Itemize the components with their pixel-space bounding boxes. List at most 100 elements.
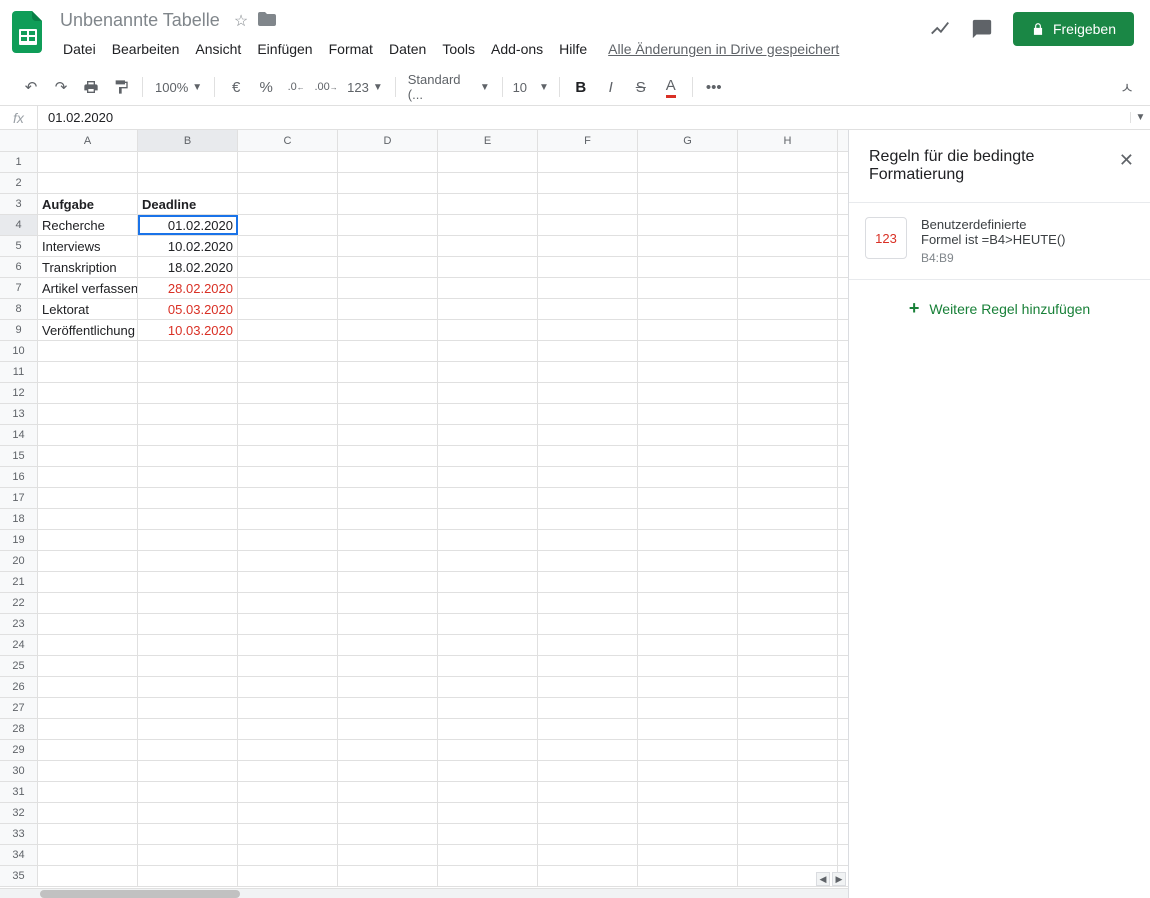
cell-E21[interactable]	[438, 572, 538, 592]
cell-C29[interactable]	[238, 740, 338, 760]
cell-H32[interactable]	[738, 803, 838, 823]
row-header[interactable]: 34	[0, 845, 38, 865]
cell-F10[interactable]	[538, 341, 638, 361]
cell-G7[interactable]	[638, 278, 738, 298]
cell-D24[interactable]	[338, 635, 438, 655]
cell-D32[interactable]	[338, 803, 438, 823]
cell-H4[interactable]	[738, 215, 838, 235]
cell-C34[interactable]	[238, 845, 338, 865]
redo-button[interactable]: ↷	[48, 74, 74, 100]
cell-A3[interactable]: Aufgabe	[38, 194, 138, 214]
cell-G1[interactable]	[638, 152, 738, 172]
row-header[interactable]: 32	[0, 803, 38, 823]
cell-G2[interactable]	[638, 173, 738, 193]
cell-C3[interactable]	[238, 194, 338, 214]
cell-B10[interactable]	[138, 341, 238, 361]
cell-E34[interactable]	[438, 845, 538, 865]
column-header-B[interactable]: B	[138, 130, 238, 151]
scroll-right-button[interactable]: ▶	[832, 872, 846, 886]
cell-E1[interactable]	[438, 152, 538, 172]
cell-D23[interactable]	[338, 614, 438, 634]
cell-D26[interactable]	[338, 677, 438, 697]
cell-D35[interactable]	[338, 866, 438, 886]
cell-G6[interactable]	[638, 257, 738, 277]
cell-C35[interactable]	[238, 866, 338, 886]
cell-G3[interactable]	[638, 194, 738, 214]
cell-F8[interactable]	[538, 299, 638, 319]
cell-F15[interactable]	[538, 446, 638, 466]
cell-E24[interactable]	[438, 635, 538, 655]
cell-G15[interactable]	[638, 446, 738, 466]
cell-C26[interactable]	[238, 677, 338, 697]
cell-B17[interactable]	[138, 488, 238, 508]
cell-A26[interactable]	[38, 677, 138, 697]
cell-B1[interactable]	[138, 152, 238, 172]
cell-F26[interactable]	[538, 677, 638, 697]
cell-B12[interactable]	[138, 383, 238, 403]
collapse-toolbar-button[interactable]: ㅅ	[1114, 74, 1140, 100]
zoom-select[interactable]: 100%▼	[151, 80, 206, 95]
cell-E25[interactable]	[438, 656, 538, 676]
cell-H14[interactable]	[738, 425, 838, 445]
menu-tools[interactable]: Tools	[435, 37, 482, 61]
cell-C8[interactable]	[238, 299, 338, 319]
cell-G26[interactable]	[638, 677, 738, 697]
cell-D20[interactable]	[338, 551, 438, 571]
cell-H26[interactable]	[738, 677, 838, 697]
cell-H19[interactable]	[738, 530, 838, 550]
cell-D5[interactable]	[338, 236, 438, 256]
cell-E12[interactable]	[438, 383, 538, 403]
cell-E11[interactable]	[438, 362, 538, 382]
cell-E4[interactable]	[438, 215, 538, 235]
column-header-D[interactable]: D	[338, 130, 438, 151]
cell-H1[interactable]	[738, 152, 838, 172]
cell-F4[interactable]	[538, 215, 638, 235]
cell-F28[interactable]	[538, 719, 638, 739]
italic-button[interactable]: I	[598, 74, 624, 100]
column-header-C[interactable]: C	[238, 130, 338, 151]
cell-D14[interactable]	[338, 425, 438, 445]
cell-H33[interactable]	[738, 824, 838, 844]
cell-E15[interactable]	[438, 446, 538, 466]
comments-icon[interactable]	[971, 18, 993, 40]
cell-C12[interactable]	[238, 383, 338, 403]
row-header[interactable]: 26	[0, 677, 38, 697]
cell-C10[interactable]	[238, 341, 338, 361]
cell-C15[interactable]	[238, 446, 338, 466]
cell-D34[interactable]	[338, 845, 438, 865]
cell-H5[interactable]	[738, 236, 838, 256]
cell-B21[interactable]	[138, 572, 238, 592]
cell-B23[interactable]	[138, 614, 238, 634]
cell-B3[interactable]: Deadline	[138, 194, 238, 214]
cell-D18[interactable]	[338, 509, 438, 529]
row-header[interactable]: 19	[0, 530, 38, 550]
cell-A11[interactable]	[38, 362, 138, 382]
cell-B4[interactable]: 01.02.2020	[138, 215, 238, 235]
cell-G20[interactable]	[638, 551, 738, 571]
cell-H29[interactable]	[738, 740, 838, 760]
cell-A15[interactable]	[38, 446, 138, 466]
cell-F22[interactable]	[538, 593, 638, 613]
cell-B32[interactable]	[138, 803, 238, 823]
cell-G14[interactable]	[638, 425, 738, 445]
row-header[interactable]: 30	[0, 761, 38, 781]
cell-D16[interactable]	[338, 467, 438, 487]
cell-G9[interactable]	[638, 320, 738, 340]
cell-D21[interactable]	[338, 572, 438, 592]
cell-B5[interactable]: 10.02.2020	[138, 236, 238, 256]
row-header[interactable]: 27	[0, 698, 38, 718]
cell-E7[interactable]	[438, 278, 538, 298]
cell-H20[interactable]	[738, 551, 838, 571]
cell-B29[interactable]	[138, 740, 238, 760]
cell-H31[interactable]	[738, 782, 838, 802]
cell-A25[interactable]	[38, 656, 138, 676]
cell-C18[interactable]	[238, 509, 338, 529]
cell-A32[interactable]	[38, 803, 138, 823]
cell-C23[interactable]	[238, 614, 338, 634]
cell-D7[interactable]	[338, 278, 438, 298]
cell-E28[interactable]	[438, 719, 538, 739]
cell-A4[interactable]: Recherche	[38, 215, 138, 235]
cell-B35[interactable]	[138, 866, 238, 886]
cell-A8[interactable]: Lektorat	[38, 299, 138, 319]
cell-G22[interactable]	[638, 593, 738, 613]
